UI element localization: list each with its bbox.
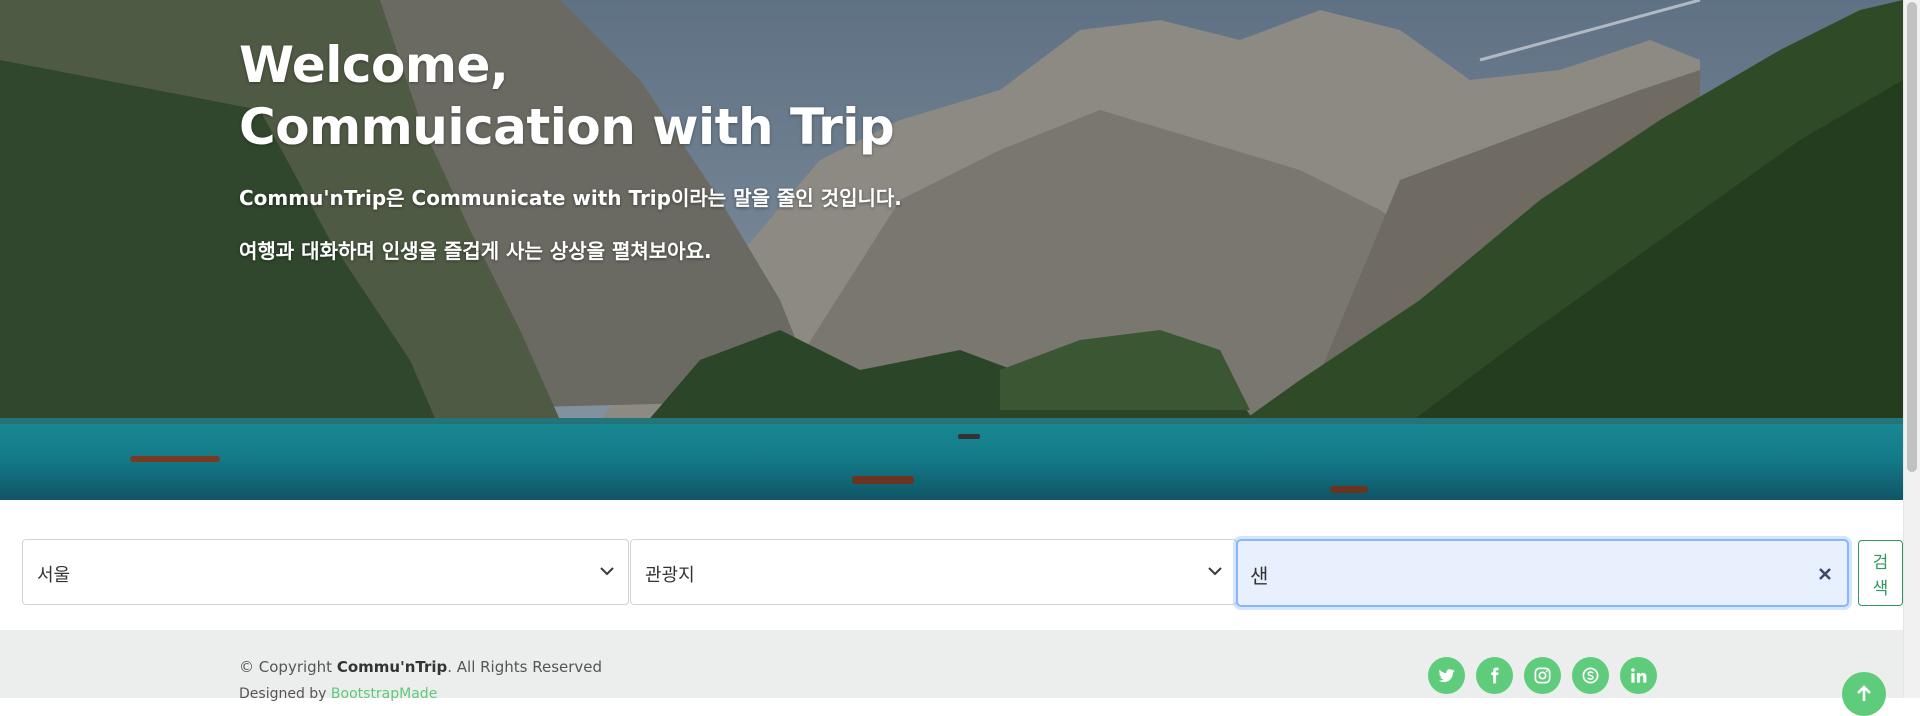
hero-subtitle-2: 여행과 대화하며 인생을 즐겁게 사는 상상을 펼쳐보아요. — [239, 239, 712, 263]
hero-title-line1: Welcome, — [239, 36, 509, 94]
keyword-search-input[interactable] — [1250, 557, 1790, 591]
facebook-icon — [1491, 667, 1499, 684]
twitter-link[interactable] — [1428, 657, 1465, 694]
hero-title: Welcome, Commuication with Trip — [239, 34, 902, 158]
skype-icon — [1582, 667, 1599, 684]
linkedin-link[interactable] — [1620, 657, 1657, 694]
region-select[interactable]: 서울 — [22, 539, 629, 605]
hero-section: Welcome, Commuication with Trip Commu'nT… — [0, 0, 1903, 500]
instagram-link[interactable] — [1524, 657, 1561, 694]
keyword-search-field — [1236, 539, 1849, 607]
region-select-value: 서울 — [37, 565, 71, 586]
copyright-text: © Copyright Commu'nTrip. All Rights Rese… — [239, 658, 602, 676]
clear-icon[interactable] — [1817, 566, 1833, 582]
facebook-link[interactable] — [1476, 657, 1513, 694]
category-select[interactable]: 관광지 — [630, 539, 1237, 605]
skype-link[interactable] — [1572, 657, 1609, 694]
copyright-prefix: © Copyright — [239, 658, 337, 676]
designed-by-prefix: Designed by — [239, 686, 331, 702]
copyright-brand: Commu'nTrip — [336, 658, 448, 676]
designed-by-text: Designed by BootstrapMade — [239, 686, 437, 702]
copyright-suffix: . All Rights Reserved — [447, 658, 603, 676]
linkedin-icon — [1631, 668, 1647, 683]
search-button[interactable]: 검색 — [1858, 540, 1903, 606]
chevron-down-icon — [1208, 567, 1222, 576]
back-to-top-button[interactable] — [1842, 672, 1886, 716]
page-scrollbar[interactable] — [1903, 0, 1920, 698]
hero-text-block: Welcome, Commuication with Trip Commu'nT… — [239, 34, 902, 264]
chevron-down-icon — [600, 567, 614, 576]
scrollbar-thumb[interactable] — [1907, 2, 1917, 472]
hero-subtitle-1: Commu'nTrip은 Communicate with Trip이라는 말을… — [239, 186, 902, 210]
footer: © Copyright Commu'nTrip. All Rights Rese… — [0, 630, 1903, 716]
designer-link[interactable]: BootstrapMade — [331, 686, 437, 702]
hero-title-line2: Commuication with Trip — [239, 98, 895, 156]
instagram-icon — [1534, 667, 1551, 684]
arrow-up-icon — [1857, 685, 1871, 701]
category-select-value: 관광지 — [645, 565, 695, 586]
twitter-icon — [1438, 669, 1455, 683]
